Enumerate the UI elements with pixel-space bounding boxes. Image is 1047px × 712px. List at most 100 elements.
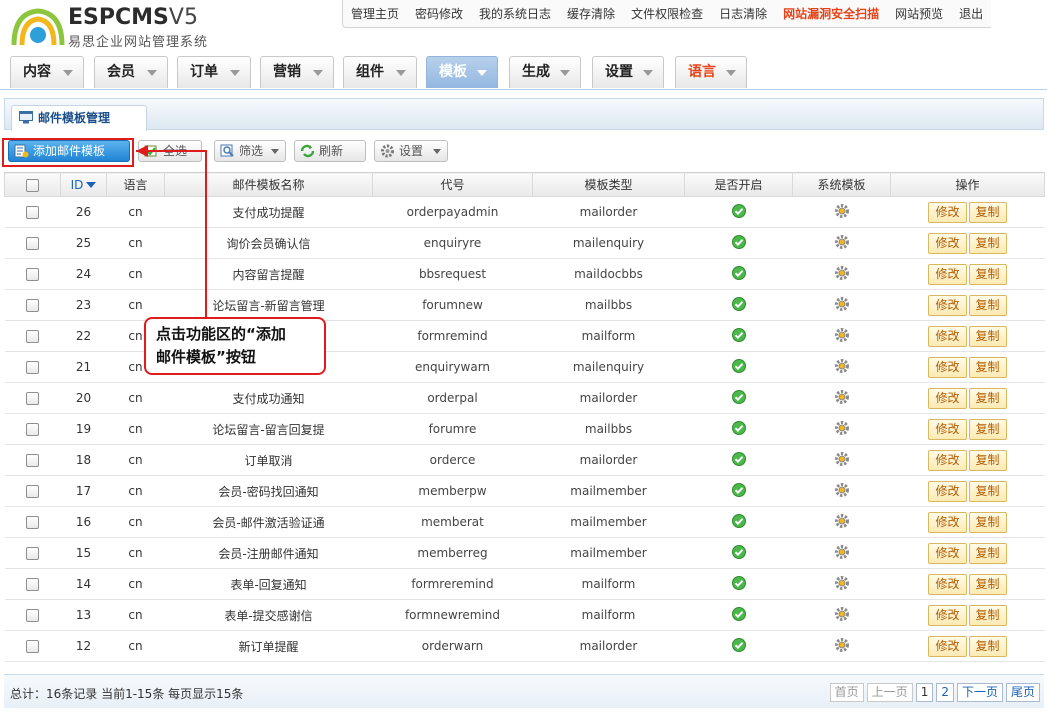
row-checkbox[interactable]	[26, 206, 39, 219]
top-link-1[interactable]: 密码修改	[407, 0, 471, 27]
edit-button[interactable]: 修改	[928, 449, 967, 471]
copy-button[interactable]: 复制	[968, 232, 1007, 254]
pager-0[interactable]: 首页	[829, 683, 864, 702]
column-header-1[interactable]: ID	[60, 172, 107, 197]
copy-button[interactable]: 复制	[968, 604, 1007, 626]
pager-1[interactable]: 上一页	[866, 683, 913, 702]
check-circle-icon[interactable]	[731, 544, 746, 562]
row-checkbox[interactable]	[26, 268, 39, 281]
main-tab-0[interactable]: 内容	[10, 56, 84, 88]
filter-button[interactable]: 筛选	[214, 140, 286, 162]
top-link-4[interactable]: 文件权限检查	[623, 0, 711, 27]
check-circle-icon[interactable]	[731, 265, 746, 283]
edit-button[interactable]: 修改	[928, 201, 967, 223]
gear-icon	[834, 327, 850, 346]
pager-4[interactable]: 下一页	[956, 683, 1003, 702]
row-checkbox[interactable]	[26, 299, 39, 312]
edit-button[interactable]: 修改	[928, 387, 967, 409]
top-link-5[interactable]: 日志清除	[711, 0, 775, 27]
row-checkbox[interactable]	[26, 361, 39, 374]
check-circle-icon[interactable]	[731, 327, 746, 345]
check-circle-icon[interactable]	[731, 420, 746, 438]
copy-button[interactable]: 复制	[968, 325, 1007, 347]
pager-5[interactable]: 尾页	[1005, 683, 1040, 702]
copy-button[interactable]: 复制	[968, 480, 1007, 502]
column-header-0[interactable]	[4, 172, 61, 197]
main-tab-3[interactable]: 营销	[260, 56, 334, 88]
edit-button[interactable]: 修改	[928, 325, 967, 347]
check-circle-icon[interactable]	[731, 637, 746, 655]
copy-button[interactable]: 复制	[968, 542, 1007, 564]
copy-button[interactable]: 复制	[968, 387, 1007, 409]
row-checkbox[interactable]	[26, 454, 39, 467]
row-checkbox[interactable]	[26, 547, 39, 560]
check-circle-icon[interactable]	[731, 296, 746, 314]
main-tab-1[interactable]: 会员	[94, 56, 168, 88]
check-circle-icon[interactable]	[731, 389, 746, 407]
top-link-8[interactable]: 退出	[951, 0, 991, 27]
pager-2[interactable]: 1	[915, 683, 934, 702]
edit-button[interactable]: 修改	[928, 418, 967, 440]
copy-button[interactable]: 复制	[968, 418, 1007, 440]
copy-button[interactable]: 复制	[968, 294, 1007, 316]
check-circle-icon[interactable]	[731, 606, 746, 624]
copy-button[interactable]: 复制	[968, 511, 1007, 533]
check-circle-icon[interactable]	[731, 451, 746, 469]
edit-button[interactable]: 修改	[928, 511, 967, 533]
top-link-0[interactable]: 管理主页	[343, 0, 407, 27]
row-checkbox[interactable]	[26, 423, 39, 436]
main-tab-6[interactable]: 生成	[509, 56, 581, 88]
check-circle-icon[interactable]	[731, 513, 746, 531]
copy-button[interactable]: 复制	[968, 449, 1007, 471]
annotation-callout: 点击功能区的“添加 邮件模板”按钮	[144, 317, 326, 375]
copy-button[interactable]: 复制	[968, 356, 1007, 378]
edit-button[interactable]: 修改	[928, 573, 967, 595]
main-tab-8[interactable]: 语言	[675, 56, 747, 88]
tab-mail-template-manage[interactable]: 邮件模板管理	[11, 105, 147, 131]
check-circle-icon[interactable]	[731, 575, 746, 593]
settings-button[interactable]: 设置	[374, 140, 448, 162]
row-checkbox[interactable]	[26, 485, 39, 498]
main-tab-7[interactable]: 设置	[592, 56, 664, 88]
edit-button[interactable]: 修改	[928, 263, 967, 285]
row-checkbox[interactable]	[26, 392, 39, 405]
select-all-checkbox[interactable]	[26, 178, 39, 192]
edit-button[interactable]: 修改	[928, 356, 967, 378]
edit-button[interactable]: 修改	[928, 542, 967, 564]
main-tab-5[interactable]: 模板	[426, 56, 498, 88]
header-label: 语言	[123, 178, 148, 192]
check-circle-icon[interactable]	[731, 234, 746, 252]
top-link-6[interactable]: 网站漏洞安全扫描	[775, 0, 887, 27]
cell-type: mailform	[532, 568, 685, 600]
edit-button[interactable]: 修改	[928, 232, 967, 254]
top-link-3[interactable]: 缓存清除	[559, 0, 623, 27]
copy-button[interactable]: 复制	[968, 263, 1007, 285]
check-circle-icon[interactable]	[731, 358, 746, 376]
table-row: 19 cn 论坛留言-留言回复提 forumre mailbbs 修改 复制	[4, 413, 1045, 445]
copy-button[interactable]: 复制	[968, 635, 1007, 657]
top-link-7[interactable]: 网站预览	[887, 0, 951, 27]
edit-button[interactable]: 修改	[928, 294, 967, 316]
pager-3[interactable]: 2	[936, 683, 954, 702]
row-checkbox[interactable]	[26, 330, 39, 343]
cell-code: memberat	[372, 506, 533, 538]
main-tab-4[interactable]: 组件	[343, 56, 417, 88]
row-checkbox[interactable]	[26, 516, 39, 529]
refresh-button[interactable]: 刷新	[294, 140, 366, 162]
row-checkbox[interactable]	[26, 609, 39, 622]
top-link-2[interactable]: 我的系统日志	[471, 0, 559, 27]
row-checkbox[interactable]	[26, 640, 39, 653]
edit-button[interactable]: 修改	[928, 604, 967, 626]
check-circle-icon[interactable]	[731, 482, 746, 500]
cell-lang: cn	[106, 258, 165, 290]
check-circle-icon[interactable]	[731, 203, 746, 221]
row-checkbox[interactable]	[26, 237, 39, 250]
copy-button[interactable]: 复制	[968, 573, 1007, 595]
main-tab-2[interactable]: 订单	[177, 56, 251, 88]
row-checkbox[interactable]	[26, 578, 39, 591]
edit-button[interactable]: 修改	[928, 480, 967, 502]
copy-button[interactable]: 复制	[968, 201, 1007, 223]
refresh-icon	[300, 144, 315, 158]
cell-name: 论坛留言-新留言管理	[164, 289, 373, 321]
edit-button[interactable]: 修改	[928, 635, 967, 657]
